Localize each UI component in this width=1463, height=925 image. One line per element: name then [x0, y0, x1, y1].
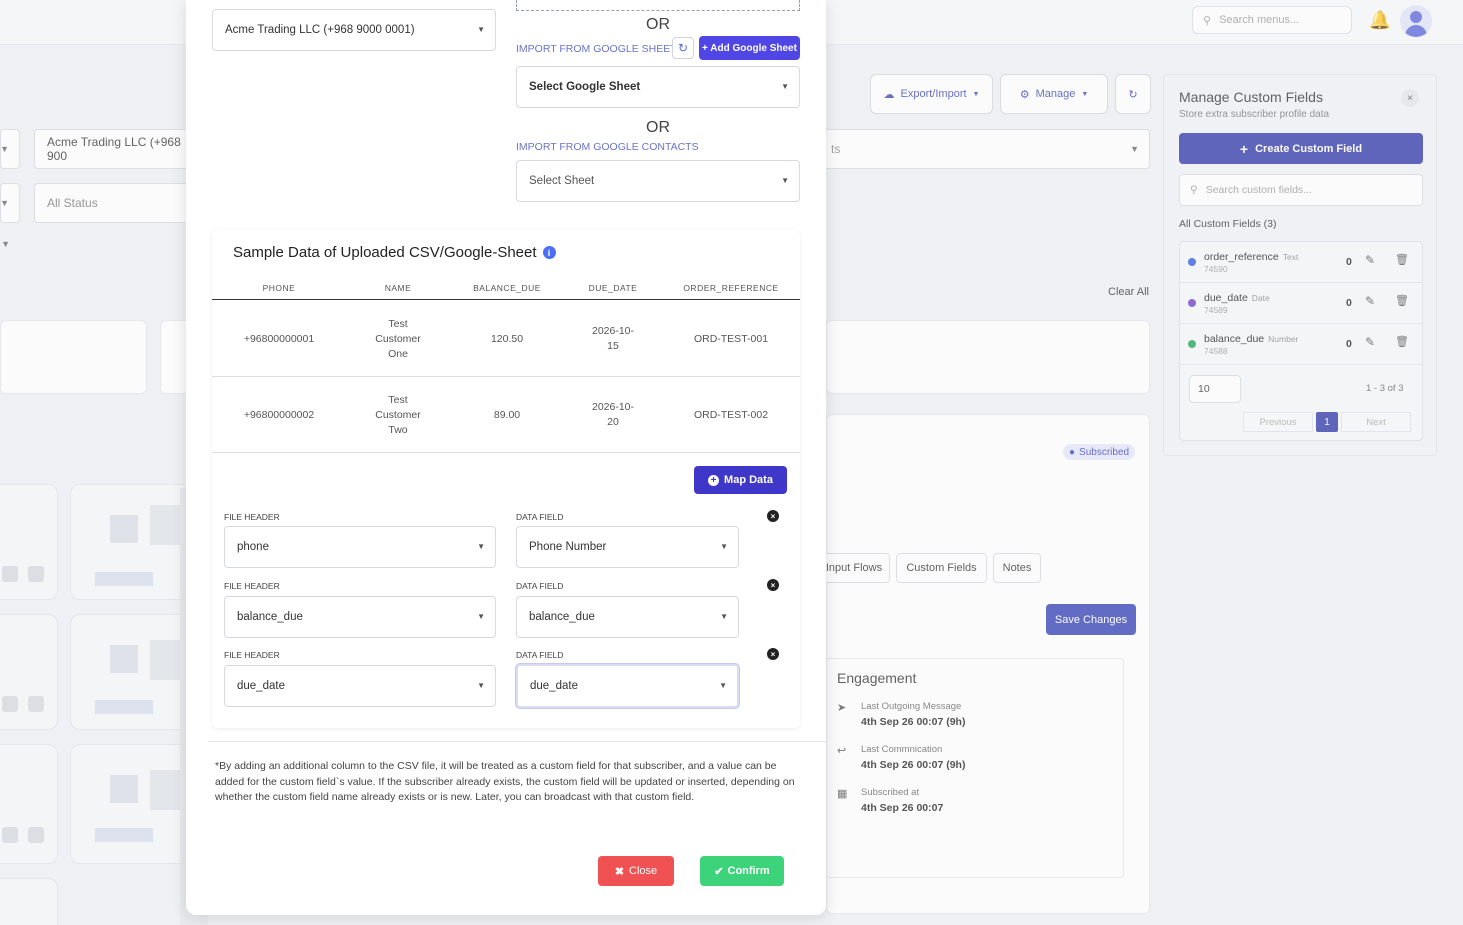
google-sheet-select[interactable]: Select Google Sheet ▼ [516, 66, 800, 108]
file-header-select[interactable]: due_date ▼ [224, 665, 496, 707]
file-header-label: FILE HEADER [224, 581, 280, 591]
caret-icon: ▼ [719, 681, 727, 690]
data-field-select[interactable]: balance_due ▼ [516, 596, 739, 638]
data-field-value: Phone Number [529, 541, 607, 553]
confirm-button[interactable]: ✔ Confirm [700, 856, 784, 886]
table-row: +96800000002 Test Customer Two 89.00 202… [212, 377, 800, 453]
caret-icon: ▼ [477, 681, 485, 690]
add-google-sheet-button[interactable]: + Add Google Sheet [699, 36, 800, 60]
file-header-value: phone [237, 541, 269, 553]
caret-icon: ▼ [477, 612, 485, 621]
close-icon: ✖ [614, 865, 625, 878]
sample-data-title: Sample Data of Uploaded CSV/Google-Sheet… [233, 244, 556, 261]
caret-icon: ▼ [720, 612, 728, 621]
data-field-label: DATA FIELD [516, 650, 564, 660]
file-header-value: due_date [237, 680, 285, 692]
table-cell: ORD-TEST-001 [693, 332, 769, 345]
remove-mapping-icon[interactable]: × [767, 510, 779, 522]
caret-icon: ▼ [781, 176, 789, 185]
column-header: BALANCE_DUE [473, 283, 541, 293]
file-header-label: FILE HEADER [224, 512, 280, 522]
file-header-select[interactable]: phone ▼ [224, 526, 496, 568]
google-contacts-select[interactable]: Select Sheet ▼ [516, 160, 800, 202]
import-google-sheet-label: IMPORT FROM GOOGLE SHEET [516, 43, 677, 55]
data-field-value: balance_due [529, 611, 595, 623]
table-cell: ORD-TEST-002 [693, 408, 769, 421]
close-label: Close [629, 865, 658, 877]
map-data-label: Map Data [724, 474, 773, 486]
divider [208, 741, 826, 742]
sample-data-title-text: Sample Data of Uploaded CSV/Google-Sheet [233, 244, 537, 261]
table-cell: +96800000001 [243, 332, 315, 345]
column-header: DUE_DATE [588, 283, 638, 293]
data-field-select[interactable]: due_date ▼ [516, 664, 739, 708]
plus-circle-icon: + [708, 474, 720, 486]
column-header: ORDER_REFERENCE [683, 283, 779, 293]
data-field-value: due_date [530, 680, 578, 692]
account-select[interactable]: Acme Trading LLC (+968 9000 0001) ▼ [212, 9, 496, 51]
close-button[interactable]: ✖ Close [598, 856, 674, 886]
or-divider: OR [646, 16, 670, 33]
import-modal: Acme Trading LLC (+968 9000 0001) ▼ OR I… [186, 0, 826, 915]
caret-icon: ▼ [720, 542, 728, 551]
table-cell: +96800000002 [243, 408, 315, 421]
table-cell: Test Customer One [375, 317, 421, 360]
google-contacts-select-value: Select Sheet [529, 175, 595, 187]
file-dropzone[interactable] [516, 0, 800, 11]
file-header-select[interactable]: balance_due ▼ [224, 596, 496, 638]
table-cell: Test Customer Two [375, 393, 421, 436]
refresh-sheets-button[interactable]: ↻ [672, 37, 694, 59]
check-icon: ✔ [714, 865, 724, 878]
caret-icon: ▼ [781, 82, 789, 91]
table-cell: 2026-10-20 [591, 401, 635, 428]
caret-icon: ▼ [477, 542, 485, 551]
table-cell: 120.50 [490, 332, 524, 345]
remove-mapping-icon[interactable]: × [767, 648, 779, 660]
column-header: NAME [384, 283, 412, 293]
or-divider: OR [646, 119, 670, 136]
table-cell: 2026-10-15 [591, 325, 635, 352]
table-cell: 89.00 [493, 408, 521, 421]
column-header: PHONE [262, 283, 296, 293]
data-field-label: DATA FIELD [516, 512, 564, 522]
map-data-button[interactable]: + Map Data [694, 466, 787, 494]
table-row: +96800000001 Test Customer One 120.50 20… [212, 301, 800, 377]
confirm-label: Confirm [727, 865, 770, 877]
refresh-icon: ↻ [677, 41, 689, 55]
info-icon[interactable]: i [542, 246, 556, 259]
custom-field-note: *By adding an additional column to the C… [215, 760, 795, 803]
data-field-select[interactable]: Phone Number ▼ [516, 526, 739, 568]
data-field-label: DATA FIELD [516, 581, 564, 591]
google-sheet-select-value: Select Google Sheet [529, 81, 641, 93]
remove-mapping-icon[interactable]: × [767, 579, 779, 591]
table-header: PHONE NAME BALANCE_DUE DUE_DATE ORDER_RE… [212, 278, 800, 300]
file-header-value: balance_due [237, 611, 303, 623]
import-google-contacts-label: IMPORT FROM GOOGLE CONTACTS [516, 141, 699, 153]
caret-icon: ▼ [477, 25, 485, 34]
account-select-value: Acme Trading LLC (+968 9000 0001) [225, 24, 415, 36]
sample-data-card: Sample Data of Uploaded CSV/Google-Sheet… [212, 230, 800, 728]
file-header-label: FILE HEADER [224, 650, 280, 660]
